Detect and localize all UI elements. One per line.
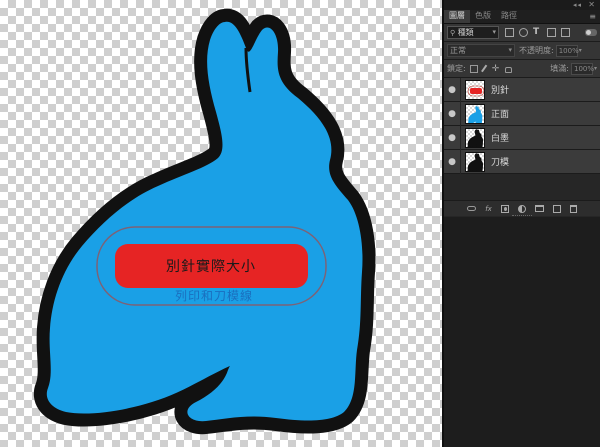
layer-thumbnail <box>465 103 485 124</box>
panel-dock-empty <box>444 217 600 447</box>
layer-row-die-cut[interactable]: ● 刀模 <box>444 149 600 174</box>
panel-menu-icon[interactable]: ≡ <box>589 12 596 22</box>
rabbit-artwork: 別針實際大小 列印和刀模線 <box>0 0 442 447</box>
lock-position-icon[interactable]: ✛ <box>492 64 500 73</box>
adjustment-icon[interactable] <box>517 204 526 213</box>
layer-name[interactable]: 白墨 <box>491 131 509 144</box>
link-icon[interactable] <box>467 206 477 211</box>
search-icon: ⚲ <box>450 29 456 37</box>
opacity-caret-icon[interactable]: ▾ <box>579 47 582 54</box>
shape-filter-icon[interactable] <box>547 28 556 37</box>
opacity-field[interactable]: 100% <box>555 44 579 57</box>
layer-row-white-ink[interactable]: ● 白墨 <box>444 125 600 150</box>
lock-all-icon[interactable] <box>504 66 512 73</box>
layers-empty-area <box>444 182 600 200</box>
layers-bottom-bar: fx <box>444 200 600 216</box>
layer-row-front[interactable]: ● 正面 <box>444 101 600 126</box>
eye-icon[interactable]: ● <box>444 85 460 95</box>
panel-title-bar: ◂◂ ✕ <box>444 0 600 10</box>
layer-name[interactable]: 別針 <box>491 83 509 96</box>
trash-icon[interactable] <box>569 204 577 213</box>
fill-field[interactable]: 100% <box>570 62 594 75</box>
lock-transparency-icon[interactable] <box>469 64 478 73</box>
adjustment-filter-icon[interactable] <box>519 28 528 37</box>
blend-mode-label: 正常 <box>450 46 466 55</box>
smart-object-filter-icon[interactable] <box>561 28 570 37</box>
tab-channels[interactable]: 色版 <box>470 10 496 23</box>
filter-row: ⚲ 種類 ▾ T <box>444 24 600 42</box>
eye-icon[interactable]: ● <box>444 109 460 119</box>
lock-icons: ✛ <box>469 64 512 73</box>
lock-pixels-icon[interactable] <box>480 64 489 73</box>
new-layer-icon[interactable] <box>552 204 561 213</box>
layers-panel: ◂◂ ✕ 圖層 色版 路徑 ≡ ⚲ 種類 ▾ T 正常 ▾ 不透明度: 100%… <box>444 0 600 447</box>
fill-label: 填滿: <box>550 64 569 73</box>
print-cut-label: 列印和刀模線 <box>175 288 253 303</box>
document-canvas[interactable]: 別針實際大小 列印和刀模線 <box>0 0 442 447</box>
chevron-down-icon: ▾ <box>508 46 512 54</box>
filter-toggle[interactable] <box>585 29 597 36</box>
layer-thumbnail <box>465 79 485 100</box>
eye-icon[interactable]: ● <box>444 133 460 143</box>
collapse-icon[interactable]: ◂◂ <box>573 1 582 9</box>
blend-row: 正常 ▾ 不透明度: 100% ▾ <box>444 42 600 60</box>
folder-icon[interactable] <box>534 205 544 212</box>
chevron-down-icon: ▾ <box>492 28 496 36</box>
tab-layers[interactable]: 圖層 <box>444 10 470 23</box>
filter-icons: T <box>505 28 570 37</box>
lock-label: 鎖定: <box>447 64 466 73</box>
layer-name[interactable]: 刀模 <box>491 155 509 168</box>
close-icon[interactable]: ✕ <box>588 0 595 9</box>
type-filter-icon[interactable]: T <box>533 28 542 37</box>
opacity-label: 不透明度: <box>519 46 554 55</box>
pin-label: 別針實際大小 <box>166 258 256 275</box>
lock-row: 鎖定: ✛ 填滿: 100% ▾ <box>444 60 600 78</box>
layer-row-pin[interactable]: ● 別針 <box>444 77 600 102</box>
fill-caret-icon[interactable]: ▾ <box>594 65 597 72</box>
pixel-filter-icon[interactable] <box>505 28 514 37</box>
panel-tabs: 圖層 色版 路徑 ≡ <box>444 10 600 24</box>
blend-mode-select[interactable]: 正常 ▾ <box>447 44 515 57</box>
filter-kind-select[interactable]: ⚲ 種類 ▾ <box>447 26 499 39</box>
layer-name[interactable]: 正面 <box>491 107 509 120</box>
tab-paths[interactable]: 路徑 <box>496 10 522 23</box>
layer-thumbnail <box>465 151 485 172</box>
eye-icon[interactable]: ● <box>444 157 460 167</box>
filter-kind-label: 種類 <box>457 28 474 37</box>
mask-icon[interactable] <box>500 204 509 213</box>
layer-thumbnail <box>465 127 485 148</box>
fx-icon[interactable]: fx <box>485 205 492 213</box>
layers-list: ● 別針 ● 正面 ● 白墨 ● 刀模 <box>444 77 600 174</box>
